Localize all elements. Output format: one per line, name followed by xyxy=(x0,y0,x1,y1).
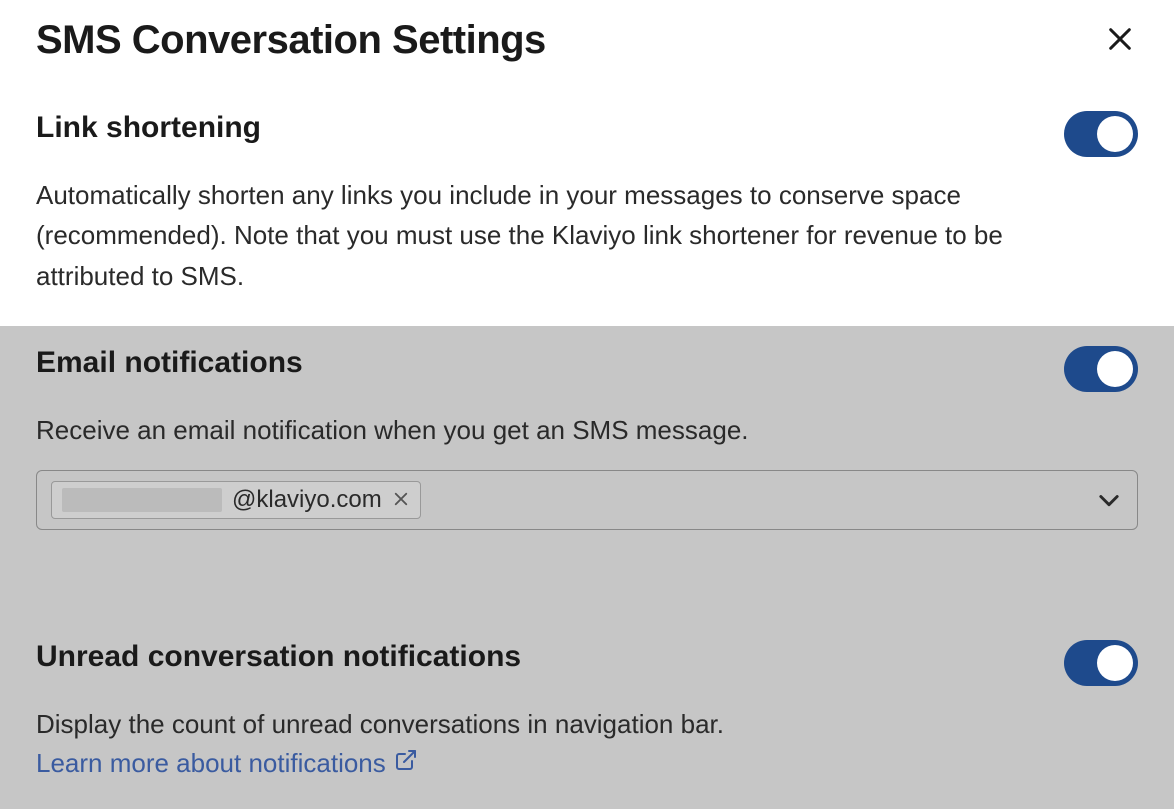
email-chip: @klaviyo.com xyxy=(51,481,421,519)
learn-more-label: Learn more about notifications xyxy=(36,748,386,779)
email-recipients-select[interactable]: @klaviyo.com xyxy=(36,470,1138,530)
close-icon xyxy=(392,490,410,511)
external-link-icon xyxy=(394,748,418,779)
chevron-down-icon xyxy=(1095,486,1123,514)
close-button[interactable] xyxy=(1102,21,1138,60)
learn-more-link[interactable]: Learn more about notifications xyxy=(36,748,418,779)
email-chip-domain: @klaviyo.com xyxy=(232,486,382,514)
modal-title: SMS Conversation Settings xyxy=(36,18,546,63)
email-redacted-username xyxy=(62,488,222,512)
close-icon xyxy=(1106,25,1134,56)
sms-conversation-settings-modal: SMS Conversation Settings Link shortenin… xyxy=(0,0,1174,704)
toggle-knob xyxy=(1097,645,1133,681)
unread-notifications-toggle[interactable] xyxy=(1064,640,1138,686)
unread-notifications-description: Display the count of unread conversation… xyxy=(36,704,1016,744)
section-header: Email notifications xyxy=(36,346,1138,392)
spacer xyxy=(36,530,1138,600)
remove-email-button[interactable] xyxy=(392,490,410,511)
section-email-notifications: Email notifications Receive an email not… xyxy=(0,326,1174,630)
email-notifications-title: Email notifications xyxy=(36,346,303,380)
section-header: Unread conversation notifications xyxy=(36,640,1138,686)
link-shortening-title: Link shortening xyxy=(36,111,261,145)
section-unread-notifications: Unread conversation notifications Displa… xyxy=(0,630,1174,809)
unread-notifications-title: Unread conversation notifications xyxy=(36,640,521,674)
section-link-shortening: Link shortening Automatically shorten an… xyxy=(0,91,1174,326)
modal-header: SMS Conversation Settings xyxy=(0,0,1174,91)
toggle-knob xyxy=(1097,116,1133,152)
email-notifications-toggle[interactable] xyxy=(1064,346,1138,392)
link-shortening-description: Automatically shorten any links you incl… xyxy=(36,175,1016,296)
learn-more-row: Learn more about notifications xyxy=(36,748,1138,779)
toggle-knob xyxy=(1097,351,1133,387)
link-shortening-toggle[interactable] xyxy=(1064,111,1138,157)
email-notifications-description: Receive an email notification when you g… xyxy=(36,410,1016,450)
section-header: Link shortening xyxy=(36,111,1138,157)
